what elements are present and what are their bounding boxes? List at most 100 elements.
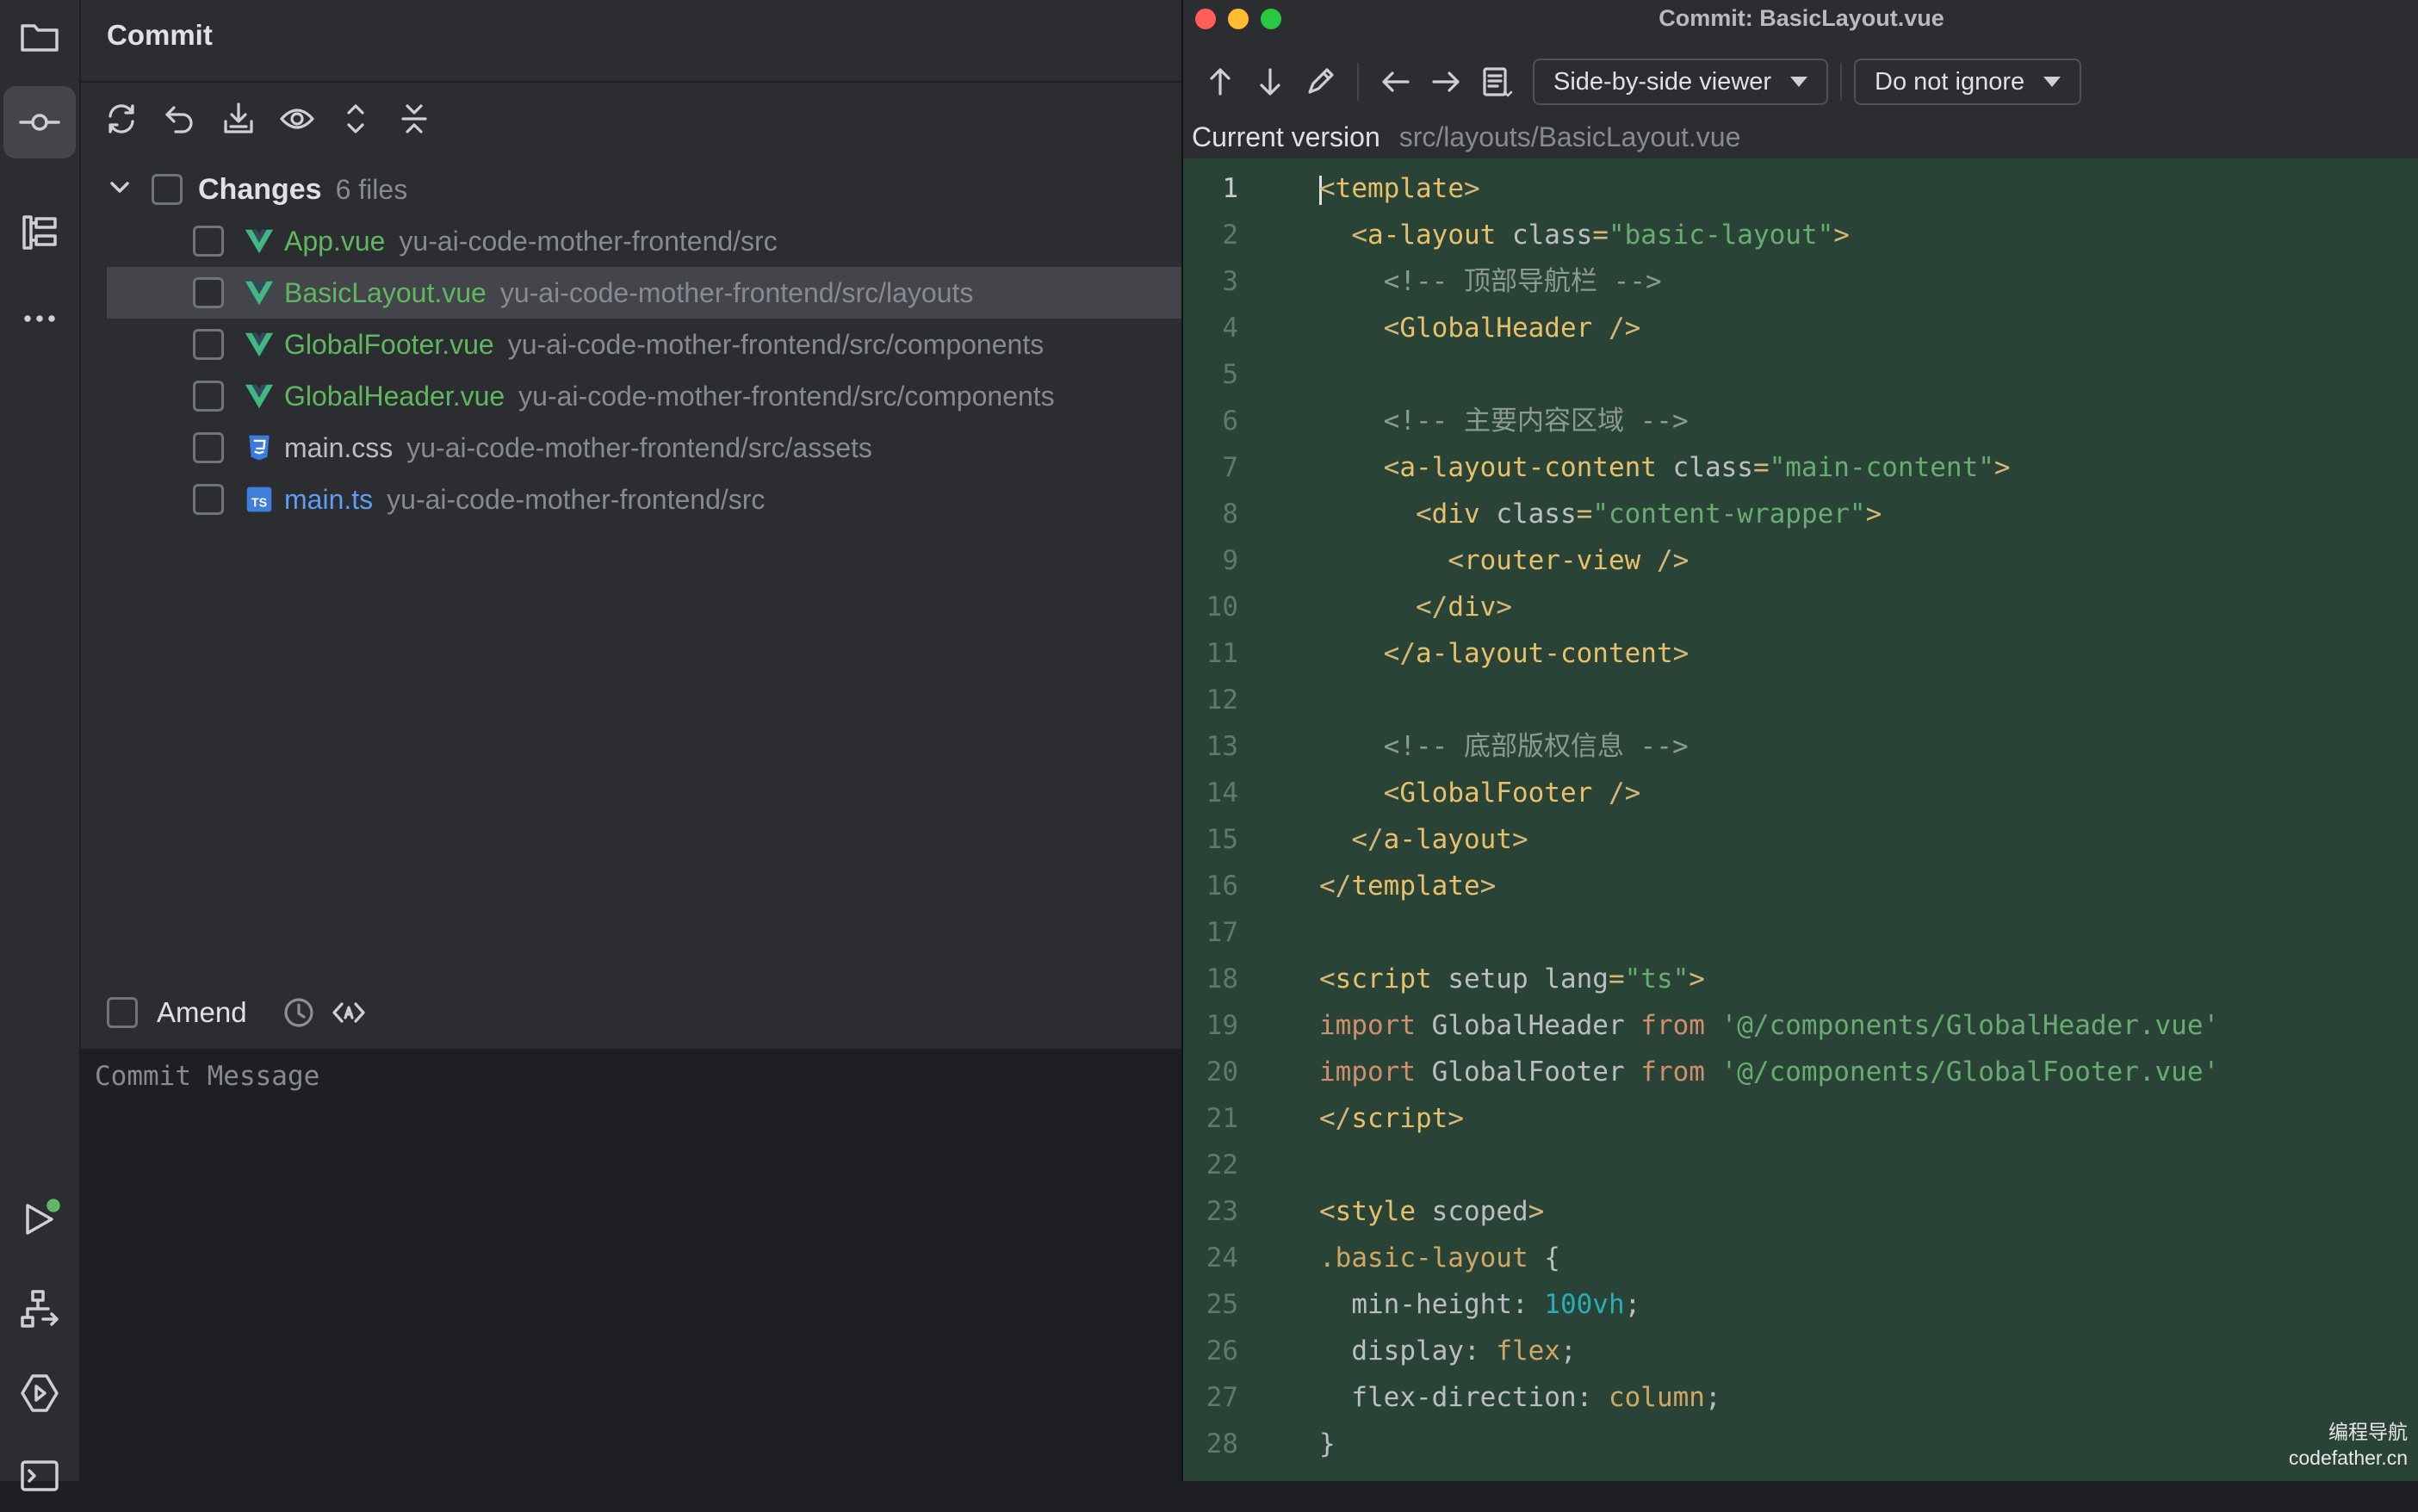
- code-token: GlobalHeader: [1415, 1010, 1641, 1041]
- code-token: style: [1335, 1196, 1416, 1227]
- more-icon[interactable]: [3, 282, 76, 355]
- code-line[interactable]: 11 </a-layout-content>: [1183, 630, 2418, 677]
- file-list: App.vue yu-ai-code-mother-frontend/src B…: [81, 215, 1181, 525]
- code-token: >: [1833, 220, 1850, 251]
- file-row[interactable]: GlobalHeader.vue yu-ai-code-mother-front…: [81, 370, 1181, 422]
- commit-message-input[interactable]: [81, 1049, 1181, 1481]
- line-number: 19: [1206, 1010, 1238, 1041]
- folder-icon[interactable]: [3, 0, 76, 72]
- amend-row: Amend: [107, 988, 368, 1037]
- code-line[interactable]: 17: [1183, 909, 2418, 956]
- code-line[interactable]: 19 import GlobalHeader from '@/components…: [1183, 1002, 2418, 1049]
- code-text: <GlobalHeader />: [1319, 305, 1641, 351]
- file-options-icon[interactable]: [1471, 57, 1521, 107]
- ai-commit-message-icon[interactable]: [330, 994, 368, 1032]
- code-text: </template>: [1319, 863, 1496, 909]
- code-line[interactable]: 16 </template>: [1183, 863, 2418, 909]
- whitespace-dropdown[interactable]: Do not ignore: [1854, 59, 2082, 105]
- activity-bar: [0, 0, 81, 1491]
- code-line[interactable]: 4 <GlobalHeader />: [1183, 305, 2418, 351]
- terminal-icon[interactable]: [3, 1440, 76, 1512]
- code-token: div: [1448, 592, 1497, 623]
- edit-source-icon[interactable]: [1295, 57, 1345, 107]
- code-line[interactable]: 18 <script setup lang="ts">: [1183, 956, 2418, 1002]
- file-name: main.ts: [284, 483, 374, 515]
- code-line[interactable]: 28}: [1183, 1421, 2418, 1467]
- file-row[interactable]: GlobalFooter.vue yu-ai-code-mother-front…: [81, 319, 1181, 370]
- viewer-mode-dropdown[interactable]: Side-by-side viewer: [1533, 59, 1829, 105]
- shelve-icon[interactable]: [215, 95, 262, 143]
- changes-group-row[interactable]: Changes 6 files: [107, 169, 407, 210]
- code-line[interactable]: 3 <!-- 顶部导航栏 -->: [1183, 258, 2418, 305]
- code-line[interactable]: 24 .basic-layout {: [1183, 1235, 2418, 1281]
- git-branch-icon[interactable]: [3, 1273, 76, 1345]
- code-editor[interactable]: 1 <template> 2 <a-layout class="basic-layo…: [1183, 158, 2418, 1481]
- next-file-icon[interactable]: [1421, 57, 1471, 107]
- code-line[interactable]: 1 <template>: [1183, 165, 2418, 212]
- amend-label[interactable]: Amend: [157, 996, 247, 1029]
- changes-checkbox[interactable]: [152, 174, 183, 205]
- collapse-all-icon[interactable]: [391, 95, 437, 143]
- expand-all-icon[interactable]: [332, 95, 379, 143]
- code-token: >: [1689, 964, 1705, 995]
- file-row-selected[interactable]: BasicLayout.vue yu-ai-code-mother-fronte…: [107, 267, 1181, 319]
- line-number: 22: [1206, 1149, 1238, 1180]
- file-checkbox[interactable]: [193, 381, 224, 412]
- code-line[interactable]: 9 <router-view />: [1183, 537, 2418, 584]
- code-line[interactable]: 23 <style scoped>: [1183, 1188, 2418, 1235]
- code-text: <div class="content-wrapper">: [1319, 491, 1882, 537]
- code-line[interactable]: 7 <a-layout-content class="main-content"…: [1183, 444, 2418, 491]
- code-token: '@/components/GlobalFooter.vue': [1704, 1057, 2220, 1088]
- file-row[interactable]: main.css yu-ai-code-mother-frontend/src/…: [81, 422, 1181, 474]
- code-line[interactable]: 25 min-height: 100vh;: [1183, 1281, 2418, 1328]
- line-number: 6: [1222, 406, 1238, 437]
- previous-difference-icon[interactable]: [1195, 57, 1245, 107]
- window-titlebar: Commit: BasicLayout.vue: [1183, 0, 2418, 40]
- file-checkbox[interactable]: [193, 432, 224, 463]
- history-icon[interactable]: [280, 994, 318, 1032]
- code-token: <: [1383, 452, 1400, 483]
- code-line[interactable]: 10 </div>: [1183, 584, 2418, 630]
- code-token: "ts": [1624, 964, 1690, 995]
- code-line[interactable]: 12: [1183, 677, 2418, 723]
- code-line[interactable]: 22: [1183, 1142, 2418, 1188]
- structure-icon[interactable]: [3, 196, 76, 269]
- line-number: 26: [1206, 1335, 1238, 1366]
- rollback-icon[interactable]: [157, 95, 203, 143]
- previous-file-icon[interactable]: [1371, 57, 1421, 107]
- refresh-icon[interactable]: [98, 95, 145, 143]
- code-line[interactable]: 27 flex-direction: column;: [1183, 1374, 2418, 1421]
- code-line[interactable]: 14 <GlobalFooter />: [1183, 770, 2418, 816]
- code-line[interactable]: 13 <!-- 底部版权信息 -->: [1183, 723, 2418, 770]
- panel-header-divider: [81, 81, 1181, 83]
- chevron-down-icon: [1790, 77, 1808, 87]
- code-line[interactable]: 5: [1183, 351, 2418, 398]
- code-line[interactable]: 20 import GlobalFooter from '@/components…: [1183, 1049, 2418, 1095]
- code-token: <: [1319, 964, 1336, 995]
- amend-checkbox[interactable]: [107, 997, 138, 1028]
- code-line[interactable]: 15 </a-layout>: [1183, 816, 2418, 863]
- file-checkbox[interactable]: [193, 329, 224, 360]
- commit-icon[interactable]: [3, 86, 76, 158]
- preview-diff-icon[interactable]: [274, 95, 320, 143]
- code-token: a-layout: [1367, 220, 1497, 251]
- line-number: 2: [1222, 220, 1238, 251]
- services-icon[interactable]: [3, 1357, 76, 1429]
- code-text: import GlobalHeader from '@/components/G…: [1319, 1002, 2219, 1049]
- code-line[interactable]: 2 <a-layout class="basic-layout">: [1183, 212, 2418, 258]
- next-difference-icon[interactable]: [1245, 57, 1295, 107]
- file-row[interactable]: TS main.ts yu-ai-code-mother-frontend/sr…: [81, 474, 1181, 525]
- code-line[interactable]: 26 display: flex;: [1183, 1328, 2418, 1374]
- file-checkbox[interactable]: [193, 484, 224, 515]
- code-line[interactable]: 21 </script>: [1183, 1095, 2418, 1142]
- code-token: class: [1496, 220, 1593, 251]
- run-icon[interactable]: [3, 1183, 76, 1255]
- file-row[interactable]: App.vue yu-ai-code-mother-frontend/src: [81, 215, 1181, 267]
- chevron-down-icon[interactable]: [107, 175, 133, 205]
- code-line[interactable]: 8 <div class="content-wrapper">: [1183, 491, 2418, 537]
- code-line[interactable]: 6 <!-- 主要内容区域 -->: [1183, 398, 2418, 444]
- file-checkbox[interactable]: [193, 277, 224, 308]
- file-checkbox[interactable]: [193, 226, 224, 257]
